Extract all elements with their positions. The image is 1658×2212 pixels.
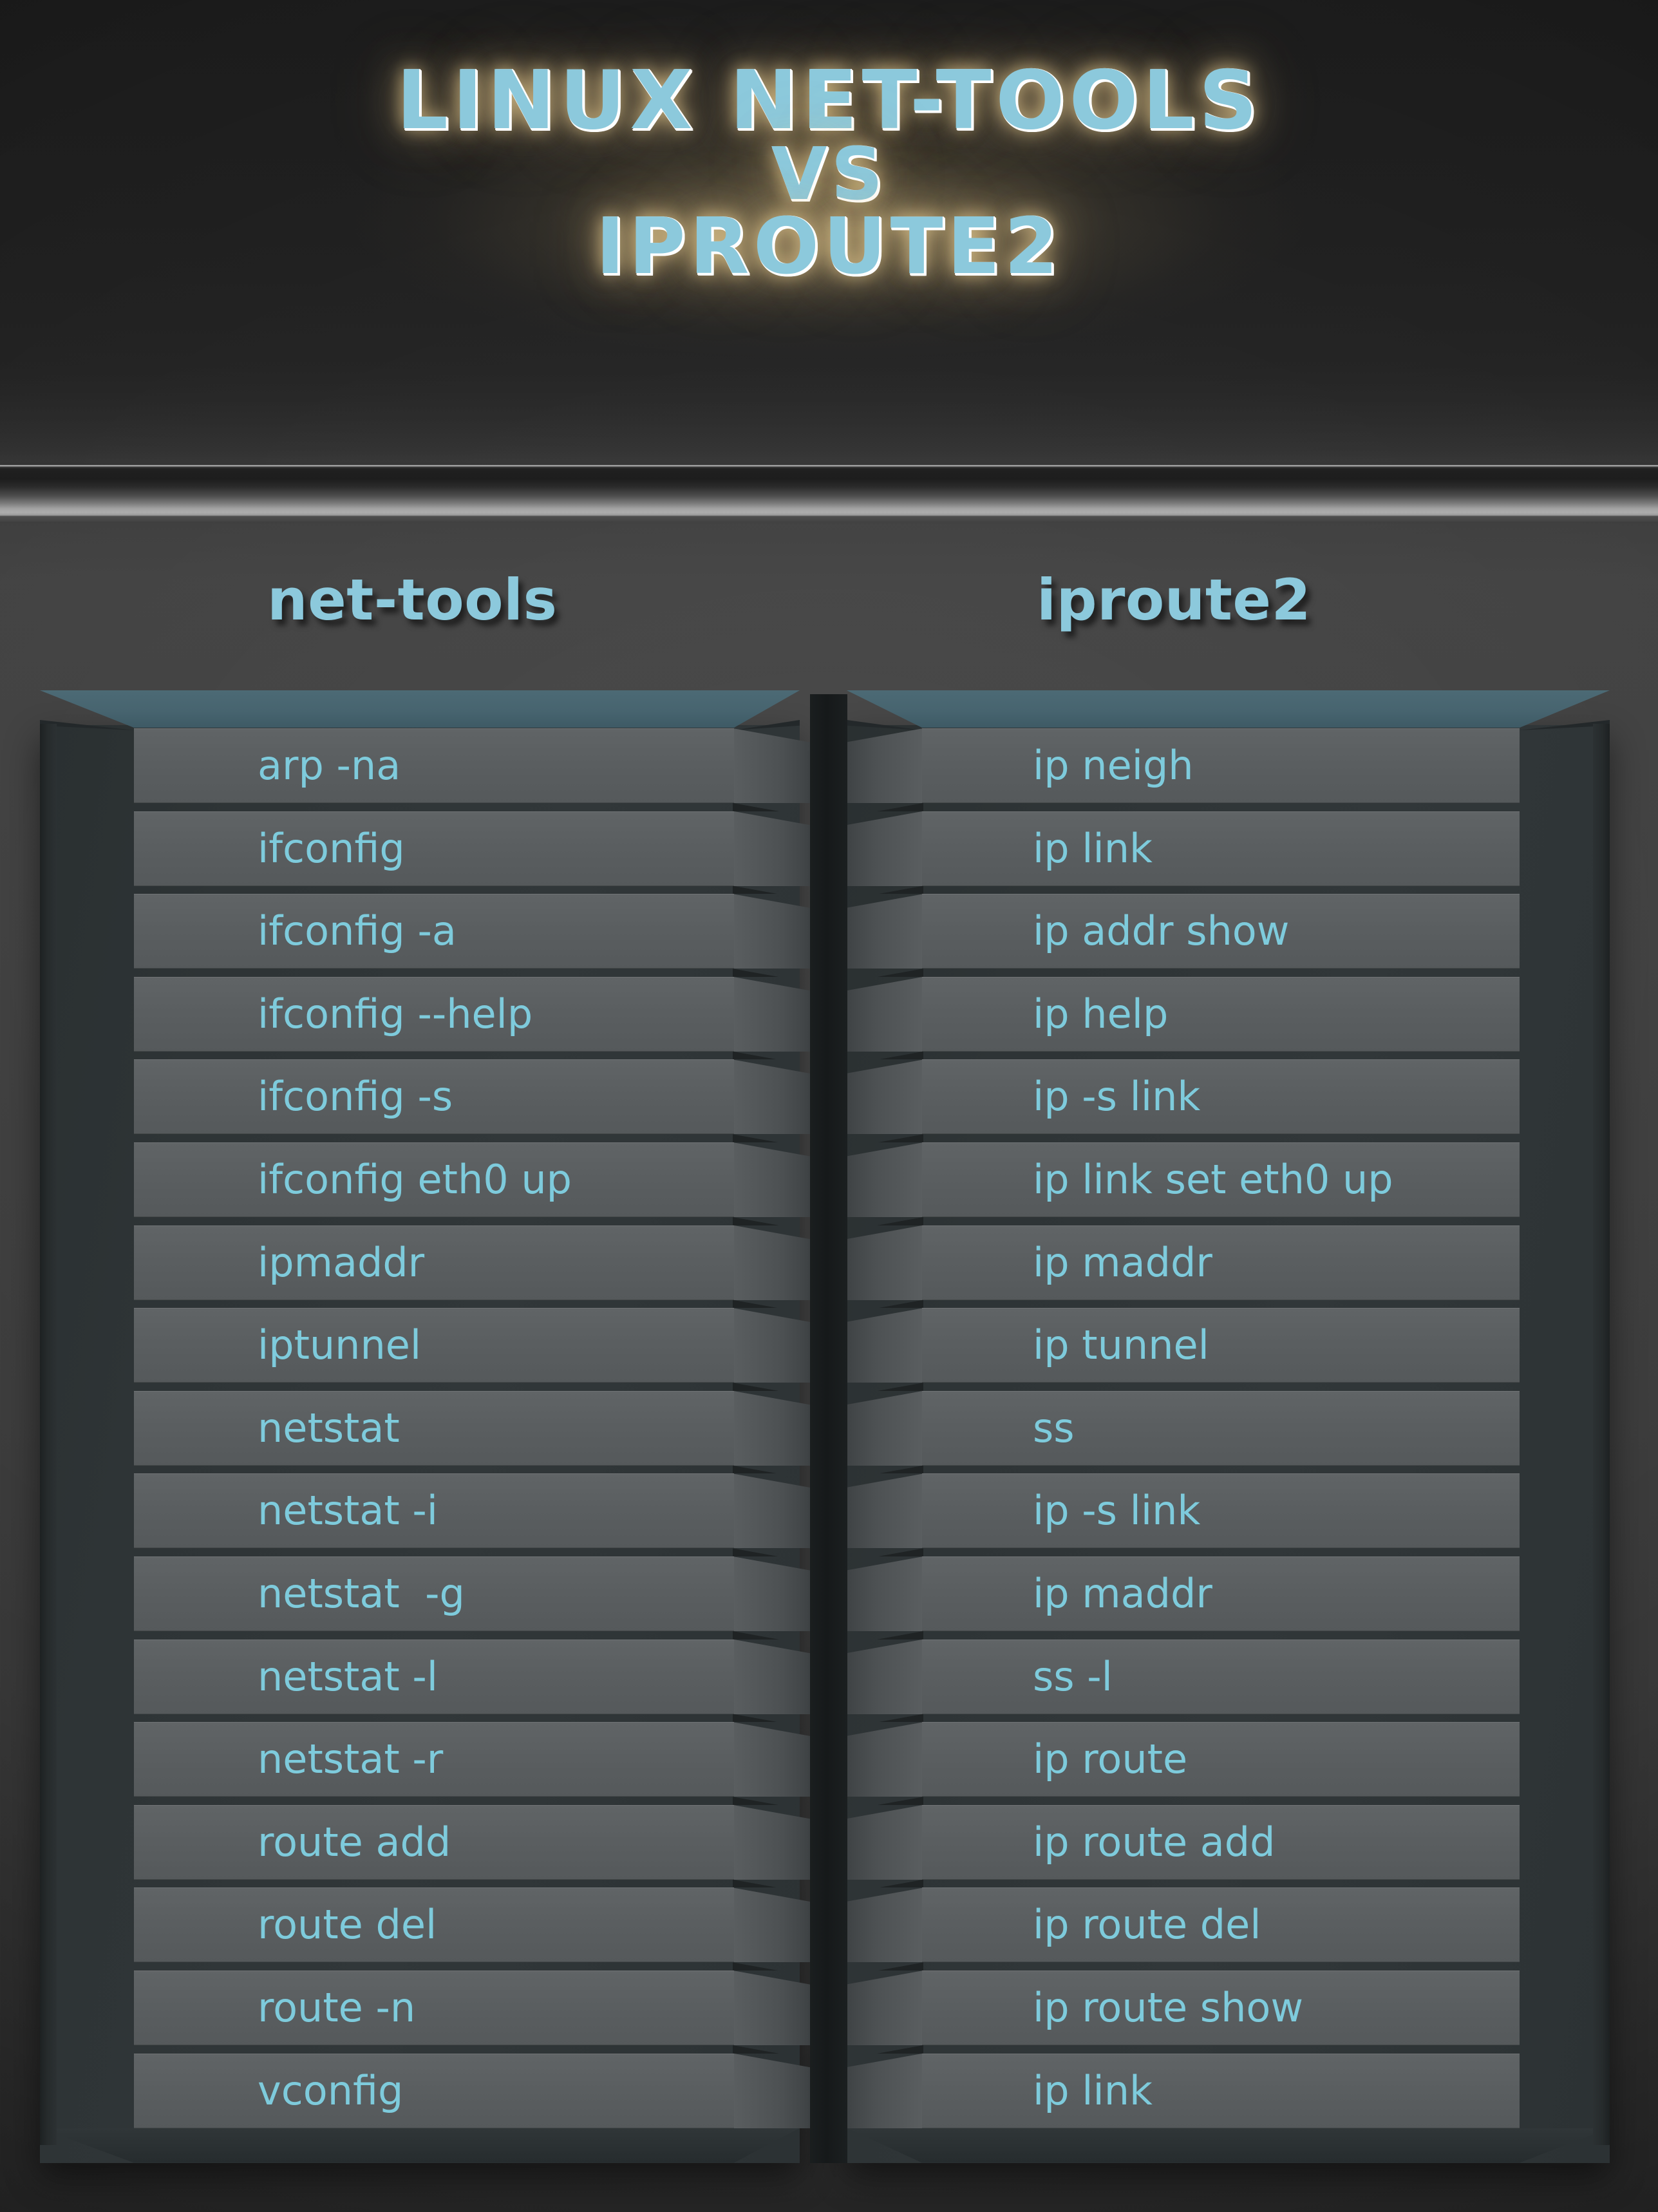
row-command-label: iptunnel bbox=[258, 1321, 422, 1369]
table-row[interactable]: ip addr show bbox=[922, 894, 1520, 969]
panel-top-bevel-left bbox=[40, 690, 800, 728]
row-command-label: ip tunnel bbox=[1033, 1321, 1209, 1369]
table-row[interactable]: ip route add bbox=[922, 1804, 1520, 1880]
row-command-label: ip link bbox=[1033, 824, 1153, 872]
page-title: LINUX NET-TOOLS VS IPROUTE2 bbox=[0, 37, 1658, 398]
row-command-label: ipmaddr bbox=[258, 1238, 425, 1286]
row-command-label: ip -s link bbox=[1033, 1487, 1201, 1535]
row-command-label: ip route bbox=[1033, 1735, 1188, 1783]
table-row[interactable]: ifconfig eth0 up bbox=[134, 1142, 734, 1217]
row-command-label: ip link bbox=[1033, 2066, 1153, 2114]
metallic-divider-bar bbox=[0, 465, 1658, 522]
row-command-label: ifconfig -a bbox=[258, 907, 457, 955]
row-command-label: ip link set eth0 up bbox=[1033, 1156, 1393, 1203]
row-command-label: ifconfig --help bbox=[258, 990, 533, 1037]
row-command-label: ip route add bbox=[1033, 1818, 1276, 1866]
column-header-iproute2: iproute2 bbox=[1037, 567, 1312, 633]
panel-outer-edge-left bbox=[40, 724, 57, 2145]
row-command-label: arp -na bbox=[258, 742, 401, 789]
table-row[interactable]: netstat -g bbox=[134, 1556, 734, 1631]
infographic-root: LINUX NET-TOOLS VS IPROUTE2 net-tools ip… bbox=[0, 0, 1658, 2212]
table-row[interactable]: ifconfig --help bbox=[134, 976, 734, 1052]
column-header-net-tools: net-tools bbox=[267, 567, 558, 633]
table-row[interactable]: route del bbox=[134, 1887, 734, 1963]
table-row[interactable]: ifconfig bbox=[134, 811, 734, 886]
table-row[interactable]: arp -na bbox=[134, 728, 734, 803]
table-row[interactable]: ip route del bbox=[922, 1887, 1520, 1963]
row-command-label: netstat bbox=[258, 1404, 400, 1451]
row-command-label: ifconfig bbox=[258, 824, 405, 872]
row-command-label: ip route del bbox=[1033, 1901, 1261, 1949]
table-row[interactable]: netstat -r bbox=[134, 1722, 734, 1797]
table-row[interactable]: ip link bbox=[922, 811, 1520, 886]
row-command-label: ss -l bbox=[1033, 1652, 1113, 1700]
row-command-label: ip addr show bbox=[1033, 907, 1290, 955]
table-row[interactable]: ip -s link bbox=[922, 1473, 1520, 1549]
row-command-label: netstat -l bbox=[258, 1652, 438, 1700]
panel-outer-edge-right bbox=[1593, 724, 1610, 2145]
table-row[interactable]: netstat bbox=[134, 1390, 734, 1466]
table-row[interactable]: netstat -l bbox=[134, 1639, 734, 1714]
table-row[interactable]: ipmaddr bbox=[134, 1225, 734, 1300]
table-row[interactable]: ip route show bbox=[922, 1971, 1520, 2045]
row-command-label: route add bbox=[258, 1818, 451, 1866]
table-row[interactable]: ip route bbox=[922, 1722, 1520, 1797]
row-command-label: ip -s link bbox=[1033, 1073, 1201, 1120]
row-command-label: route del bbox=[258, 1901, 437, 1949]
row-command-label: netstat -r bbox=[258, 1735, 444, 1783]
table-row[interactable]: ifconfig -a bbox=[134, 894, 734, 969]
row-command-label: netstat -i bbox=[258, 1487, 438, 1535]
panel-top-bevel-right bbox=[847, 690, 1610, 728]
title-line-3: IPROUTE2 bbox=[596, 202, 1062, 292]
row-command-label: ip maddr bbox=[1033, 1238, 1212, 1286]
table-row[interactable]: route -n bbox=[134, 1971, 734, 2045]
panel-bottom-bevel-right bbox=[847, 2128, 1610, 2163]
table-row[interactable]: ss bbox=[922, 1390, 1520, 1466]
table-row[interactable]: ifconfig -s bbox=[134, 1059, 734, 1135]
table-row[interactable]: ip maddr bbox=[922, 1225, 1520, 1300]
row-command-label: ifconfig eth0 up bbox=[258, 1156, 572, 1203]
table-row[interactable]: ip -s link bbox=[922, 1059, 1520, 1135]
table-row[interactable]: ip maddr bbox=[922, 1556, 1520, 1631]
table-row[interactable]: netstat -i bbox=[134, 1473, 734, 1549]
table-row[interactable]: ip help bbox=[922, 976, 1520, 1052]
row-command-label: ip neigh bbox=[1033, 742, 1194, 789]
table-row[interactable]: iptunnel bbox=[134, 1308, 734, 1383]
row-command-label: vconfig bbox=[258, 2066, 404, 2114]
row-command-label: ss bbox=[1033, 1404, 1075, 1451]
row-command-label: ifconfig -s bbox=[258, 1073, 453, 1120]
table-row[interactable]: ip link bbox=[922, 2053, 1520, 2128]
table-row[interactable]: ss -l bbox=[922, 1639, 1520, 1714]
title-line-1: LINUX NET-TOOLS bbox=[396, 53, 1262, 147]
table-row[interactable]: ip neigh bbox=[922, 728, 1520, 803]
table-row[interactable]: ip tunnel bbox=[922, 1308, 1520, 1383]
panel-bottom-bevel-left bbox=[40, 2128, 800, 2163]
table-row[interactable]: vconfig bbox=[134, 2053, 734, 2128]
center-pillar bbox=[810, 694, 847, 2163]
row-command-label: ip help bbox=[1033, 990, 1169, 1037]
row-command-label: route -n bbox=[258, 1984, 416, 2031]
title-line-2: VS bbox=[771, 132, 887, 216]
row-command-label: ip route show bbox=[1033, 1984, 1304, 2031]
row-command-label: netstat -g bbox=[258, 1570, 465, 1617]
table-row[interactable]: ip link set eth0 up bbox=[922, 1142, 1520, 1217]
divider-base-shadow bbox=[0, 516, 1658, 522]
table-row[interactable]: route add bbox=[134, 1804, 734, 1880]
row-command-label: ip maddr bbox=[1033, 1570, 1212, 1617]
